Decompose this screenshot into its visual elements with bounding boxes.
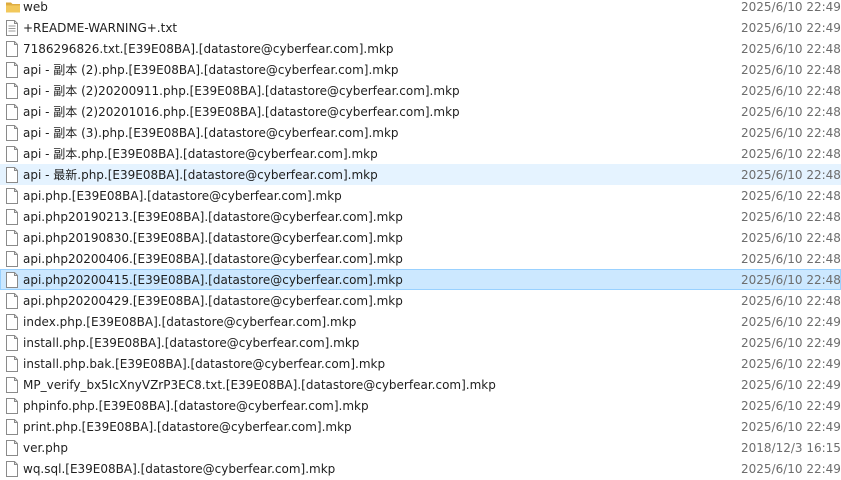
file-modified-date: 2025/6/10 22:49	[741, 336, 841, 350]
file-name[interactable]: install.php.[E39E08BA].[datastore@cyberf…	[23, 333, 359, 354]
file-row[interactable]: phpinfo.php.[E39E08BA].[datastore@cyberf…	[0, 395, 841, 416]
file-modified-date: 2025/6/10 22:49	[741, 462, 841, 476]
file-name[interactable]: api.php20200429.[E39E08BA].[datastore@cy…	[23, 291, 403, 312]
file-row[interactable]: api.php20200429.[E39E08BA].[datastore@cy…	[0, 290, 841, 311]
file-icon	[5, 377, 19, 393]
file-row[interactable]: ver.php 2018/12/3 16:15	[0, 437, 841, 458]
file-modified-date: 2025/6/10 22:48	[741, 147, 841, 161]
file-modified-date: 2025/6/10 22:48	[741, 189, 841, 203]
file-name[interactable]: api - 副本 (2).php.[E39E08BA].[datastore@c…	[23, 60, 399, 81]
file-icon	[5, 419, 19, 435]
file-modified-date: 2025/6/10 22:48	[741, 252, 841, 266]
file-icon	[5, 356, 19, 372]
file-row[interactable]: api.php20190213.[E39E08BA].[datastore@cy…	[0, 206, 841, 227]
file-modified-date: 2025/6/10 22:48	[741, 168, 841, 182]
file-icon	[5, 188, 19, 204]
file-modified-date: 2025/6/10 22:48	[741, 294, 841, 308]
file-icon	[5, 62, 19, 78]
file-name[interactable]: api - 副本.php.[E39E08BA].[datastore@cyber…	[23, 144, 378, 165]
file-name[interactable]: phpinfo.php.[E39E08BA].[datastore@cyberf…	[23, 396, 369, 417]
file-row[interactable]: api.php.[E39E08BA].[datastore@cyberfear.…	[0, 185, 841, 206]
file-name[interactable]: ver.php	[23, 438, 68, 459]
file-modified-date: 2025/6/10 22:48	[741, 42, 841, 56]
file-name[interactable]: web	[23, 0, 48, 18]
file-row[interactable]: MP_verify_bx5IcXnyVZrP3EC8.txt.[E39E08BA…	[0, 374, 841, 395]
file-name[interactable]: api - 副本 (3).php.[E39E08BA].[datastore@c…	[23, 123, 399, 144]
file-row[interactable]: install.php.[E39E08BA].[datastore@cyberf…	[0, 332, 841, 353]
file-icon	[5, 209, 19, 225]
file-modified-date: 2025/6/10 22:48	[741, 231, 841, 245]
folder-icon	[5, 0, 20, 15]
file-modified-date: 2025/6/10 22:49	[741, 378, 841, 392]
file-name[interactable]: MP_verify_bx5IcXnyVZrP3EC8.txt.[E39E08BA…	[23, 375, 496, 396]
file-icon	[5, 146, 19, 162]
file-icon	[5, 272, 19, 288]
file-icon	[5, 251, 19, 267]
file-icon	[5, 440, 19, 456]
file-icon	[5, 125, 19, 141]
file-icon	[5, 398, 19, 414]
file-row[interactable]: index.php.[E39E08BA].[datastore@cyberfea…	[0, 311, 841, 332]
file-name[interactable]: api - 副本 (2)20201016.php.[E39E08BA].[dat…	[23, 102, 460, 123]
file-modified-date: 2025/6/10 22:49	[741, 357, 841, 371]
file-icon	[5, 335, 19, 351]
file-row[interactable]: +README-WARNING+.txt 2025/6/10 22:49	[0, 17, 841, 38]
file-modified-date: 2025/6/10 22:48	[741, 210, 841, 224]
file-modified-date: 2025/6/10 22:49	[741, 0, 841, 14]
file-icon	[5, 104, 19, 120]
file-icon	[5, 314, 19, 330]
file-modified-date: 2025/6/10 22:48	[741, 273, 841, 287]
file-row[interactable]: api.php20200415.[E39E08BA].[datastore@cy…	[0, 269, 841, 290]
file-name[interactable]: api - 最新.php.[E39E08BA].[datastore@cyber…	[23, 165, 378, 186]
file-modified-date: 2025/6/10 22:48	[741, 126, 841, 140]
file-name[interactable]: api.php20190830.[E39E08BA].[datastore@cy…	[23, 228, 403, 249]
file-name[interactable]: index.php.[E39E08BA].[datastore@cyberfea…	[23, 312, 356, 333]
file-modified-date: 2018/12/3 16:15	[741, 441, 841, 455]
file-name[interactable]: 7186296826.txt.[E39E08BA].[datastore@cyb…	[23, 39, 394, 60]
file-modified-date: 2025/6/10 22:49	[741, 315, 841, 329]
file-icon	[5, 83, 19, 99]
file-row[interactable]: api - 副本 (3).php.[E39E08BA].[datastore@c…	[0, 122, 841, 143]
file-row[interactable]: wq.sql.[E39E08BA].[datastore@cyberfear.c…	[0, 458, 841, 479]
file-row[interactable]: api.php20190830.[E39E08BA].[datastore@cy…	[0, 227, 841, 248]
file-icon	[5, 293, 19, 309]
file-row[interactable]: api - 副本 (2).php.[E39E08BA].[datastore@c…	[0, 59, 841, 80]
file-icon	[5, 167, 19, 183]
file-name[interactable]: api.php20200406.[E39E08BA].[datastore@cy…	[23, 249, 403, 270]
file-modified-date: 2025/6/10 22:48	[741, 84, 841, 98]
file-icon	[5, 461, 19, 477]
file-modified-date: 2025/6/10 22:49	[741, 399, 841, 413]
file-row[interactable]: print.php.[E39E08BA].[datastore@cyberfea…	[0, 416, 841, 437]
file-modified-date: 2025/6/10 22:48	[741, 105, 841, 119]
file-name[interactable]: wq.sql.[E39E08BA].[datastore@cyberfear.c…	[23, 459, 335, 480]
file-name[interactable]: +README-WARNING+.txt	[23, 18, 177, 39]
file-row[interactable]: 7186296826.txt.[E39E08BA].[datastore@cyb…	[0, 38, 841, 59]
file-icon	[5, 41, 19, 57]
file-icon	[5, 230, 19, 246]
file-name[interactable]: api.php20200415.[E39E08BA].[datastore@cy…	[23, 270, 403, 291]
file-modified-date: 2025/6/10 22:49	[741, 420, 841, 434]
file-row[interactable]: api - 副本.php.[E39E08BA].[datastore@cyber…	[0, 143, 841, 164]
file-name[interactable]: api - 副本 (2)20200911.php.[E39E08BA].[dat…	[23, 81, 460, 102]
file-row[interactable]: install.php.bak.[E39E08BA].[datastore@cy…	[0, 353, 841, 374]
file-list[interactable]: web 2025/6/10 22:49 +README-WARNING+.txt 20…	[0, 0, 841, 479]
file-row[interactable]: api - 副本 (2)20200911.php.[E39E08BA].[dat…	[0, 80, 841, 101]
file-name[interactable]: api.php.[E39E08BA].[datastore@cyberfear.…	[23, 186, 342, 207]
file-name[interactable]: install.php.bak.[E39E08BA].[datastore@cy…	[23, 354, 385, 375]
file-modified-date: 2025/6/10 22:48	[741, 63, 841, 77]
text-file-icon	[5, 20, 19, 36]
file-row[interactable]: web 2025/6/10 22:49	[0, 0, 841, 17]
file-row[interactable]: api - 副本 (2)20201016.php.[E39E08BA].[dat…	[0, 101, 841, 122]
file-row[interactable]: api.php20200406.[E39E08BA].[datastore@cy…	[0, 248, 841, 269]
file-name[interactable]: api.php20190213.[E39E08BA].[datastore@cy…	[23, 207, 403, 228]
file-modified-date: 2025/6/10 22:49	[741, 21, 841, 35]
file-name[interactable]: print.php.[E39E08BA].[datastore@cyberfea…	[23, 417, 352, 438]
file-row[interactable]: api - 最新.php.[E39E08BA].[datastore@cyber…	[0, 164, 841, 185]
